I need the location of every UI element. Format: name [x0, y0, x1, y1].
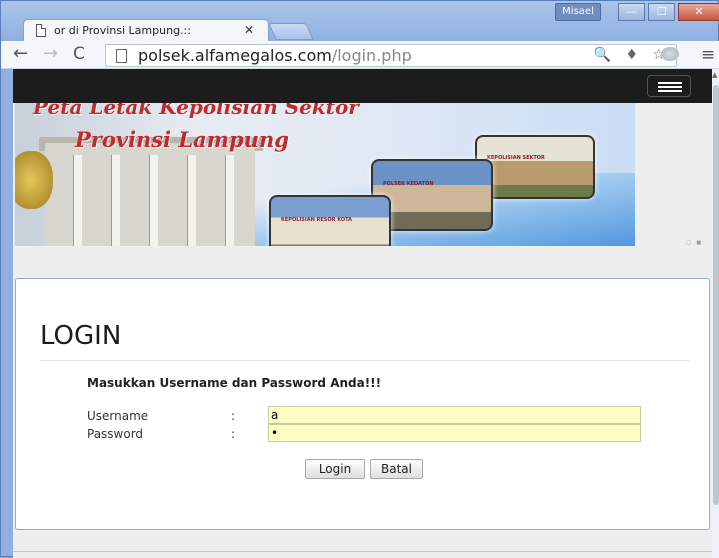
- banner-headline-1: Peta Letak Kepolisian Sektor: [33, 103, 359, 119]
- password-colon: :: [231, 427, 236, 441]
- omnibox-actions-icon[interactable]: 🔍 ♦ ☆: [594, 47, 670, 63]
- header-banner: Peta Letak Kepolisian Sektor Provinsi La…: [15, 103, 635, 246]
- username-field[interactable]: a: [268, 406, 641, 424]
- maximize-button[interactable]: ☐: [648, 3, 675, 21]
- site-navbar: [13, 69, 712, 103]
- login-button[interactable]: Login: [305, 459, 365, 479]
- url-path: /login.php: [331, 46, 412, 65]
- page-title: LOGIN: [40, 321, 122, 351]
- banner-photo-1: KEPOLISIAN RESOR KOTA: [269, 195, 391, 246]
- address-bar[interactable]: polsek.alfamegalos.com/login.php 🔍 ♦ ☆: [105, 44, 677, 67]
- extension-icon[interactable]: [661, 47, 679, 61]
- tab-close-icon[interactable]: ✕: [244, 23, 254, 37]
- page-scrollbar[interactable]: ▲: [712, 69, 719, 558]
- scroll-thumb[interactable]: [713, 85, 719, 505]
- username-label: Username: [87, 409, 149, 423]
- carousel-pager[interactable]: □ ■: [686, 240, 703, 246]
- tab-title: or di Provinsi Lampung.::: [54, 24, 191, 37]
- new-tab-button[interactable]: [268, 23, 314, 40]
- url-text: polsek.alfamegalos.com/login.php: [138, 46, 412, 65]
- close-window-button[interactable]: ✕: [678, 3, 719, 21]
- page-doc-icon: [36, 24, 46, 37]
- password-field[interactable]: •: [268, 424, 641, 442]
- photo-caption: POLSEK KEDATON: [383, 181, 434, 188]
- footer-divider: [13, 551, 712, 552]
- hamburger-menu-icon[interactable]: [647, 75, 691, 97]
- cancel-button[interactable]: Batal: [370, 459, 423, 479]
- password-label: Password: [87, 427, 144, 441]
- forward-arrow-icon[interactable]: →: [43, 44, 58, 64]
- url-host: polsek.alfamegalos.com: [138, 46, 332, 65]
- browser-menu-icon[interactable]: ≡: [701, 45, 715, 65]
- photo-caption: KEPOLISIAN SEKTOR: [487, 155, 545, 161]
- browser-window: or di Provinsi Lampung.:: ✕ Misael — ☐ ✕…: [0, 0, 719, 558]
- login-instruction: Masukkan Username dan Password Anda!!!: [87, 376, 382, 390]
- scroll-up-icon[interactable]: ▲: [712, 71, 717, 79]
- browser-toolbar: ← → C polsek.alfamegalos.com/login.php 🔍…: [1, 41, 719, 69]
- page-info-icon[interactable]: [116, 49, 127, 63]
- reload-icon[interactable]: C: [73, 44, 85, 64]
- tab-strip: or di Provinsi Lampung.:: ✕ Misael — ☐ ✕: [1, 1, 719, 41]
- profile-badge[interactable]: Misael: [555, 3, 601, 21]
- login-panel: LOGIN Masukkan Username dan Password And…: [15, 278, 710, 530]
- page-content: Peta Letak Kepolisian Sektor Provinsi La…: [13, 69, 712, 558]
- title-divider: [40, 360, 690, 361]
- banner-photo-3: KEPOLISIAN SEKTOR: [475, 135, 595, 199]
- browser-tab[interactable]: or di Provinsi Lampung.:: ✕: [23, 19, 269, 41]
- photo-caption: KEPOLISIAN RESOR KOTA: [281, 217, 353, 224]
- minimize-button[interactable]: —: [618, 3, 645, 21]
- back-arrow-icon[interactable]: ←: [13, 44, 28, 64]
- username-colon: :: [231, 409, 236, 423]
- banner-headline-2: Provinsi Lampung: [75, 127, 289, 152]
- police-emblem-icon: [15, 151, 53, 209]
